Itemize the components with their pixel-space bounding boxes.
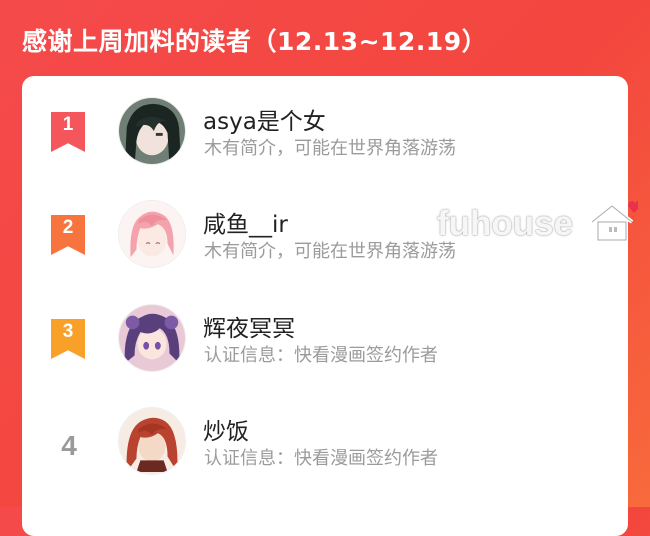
avatar[interactable] <box>118 97 186 165</box>
rank-number: 3 <box>62 321 74 342</box>
avatar[interactable] <box>118 304 186 372</box>
reader-name[interactable]: 炒饭 <box>203 412 249 446</box>
red-hair-avatar-icon <box>119 408 185 474</box>
reader-name[interactable]: asya是个女 <box>203 102 326 136</box>
reader-description: 木有简介，可能在世界角落游荡 <box>204 241 456 262</box>
dark-hair-avatar-icon <box>119 98 185 164</box>
reader-row-3[interactable]: 3 辉夜冥冥 认证信息：快看漫画签约作者 <box>22 283 628 373</box>
reader-description: 认证信息：快看漫画签约作者 <box>204 448 438 469</box>
reader-name[interactable]: 咸鱼__ir <box>203 205 288 239</box>
rank-badge: 3 <box>51 319 85 359</box>
rank-number: 2 <box>62 217 74 238</box>
rank-badge: 2 <box>51 215 85 255</box>
pink-hair-avatar-icon <box>119 201 185 267</box>
rank-number: 4 <box>61 430 77 461</box>
page-title: 感谢上周加料的读者（12.13~12.19） <box>22 27 488 56</box>
reader-ranking-card: 1 asya是个女 木有简介，可能在世界角落游荡 2 咸鱼__ir 木有简介，可… <box>22 76 628 536</box>
house-heart-icon <box>590 201 638 242</box>
avatar[interactable] <box>118 407 186 475</box>
reader-row-4[interactable]: 4 炒饭 认证信息：快看漫画签约作者 <box>22 386 628 476</box>
avatar[interactable] <box>118 200 186 268</box>
purple-hair-avatar-icon <box>119 305 185 371</box>
reader-description: 木有简介，可能在世界角落游荡 <box>204 138 456 159</box>
reader-description: 认证信息：快看漫画签约作者 <box>204 345 438 366</box>
watermark-text: fuhouse <box>437 204 574 243</box>
reader-row-1[interactable]: 1 asya是个女 木有简介，可能在世界角落游荡 <box>22 76 628 166</box>
rank-number: 1 <box>62 114 74 135</box>
reader-name[interactable]: 辉夜冥冥 <box>203 309 295 343</box>
rank-badge: 1 <box>51 112 85 152</box>
